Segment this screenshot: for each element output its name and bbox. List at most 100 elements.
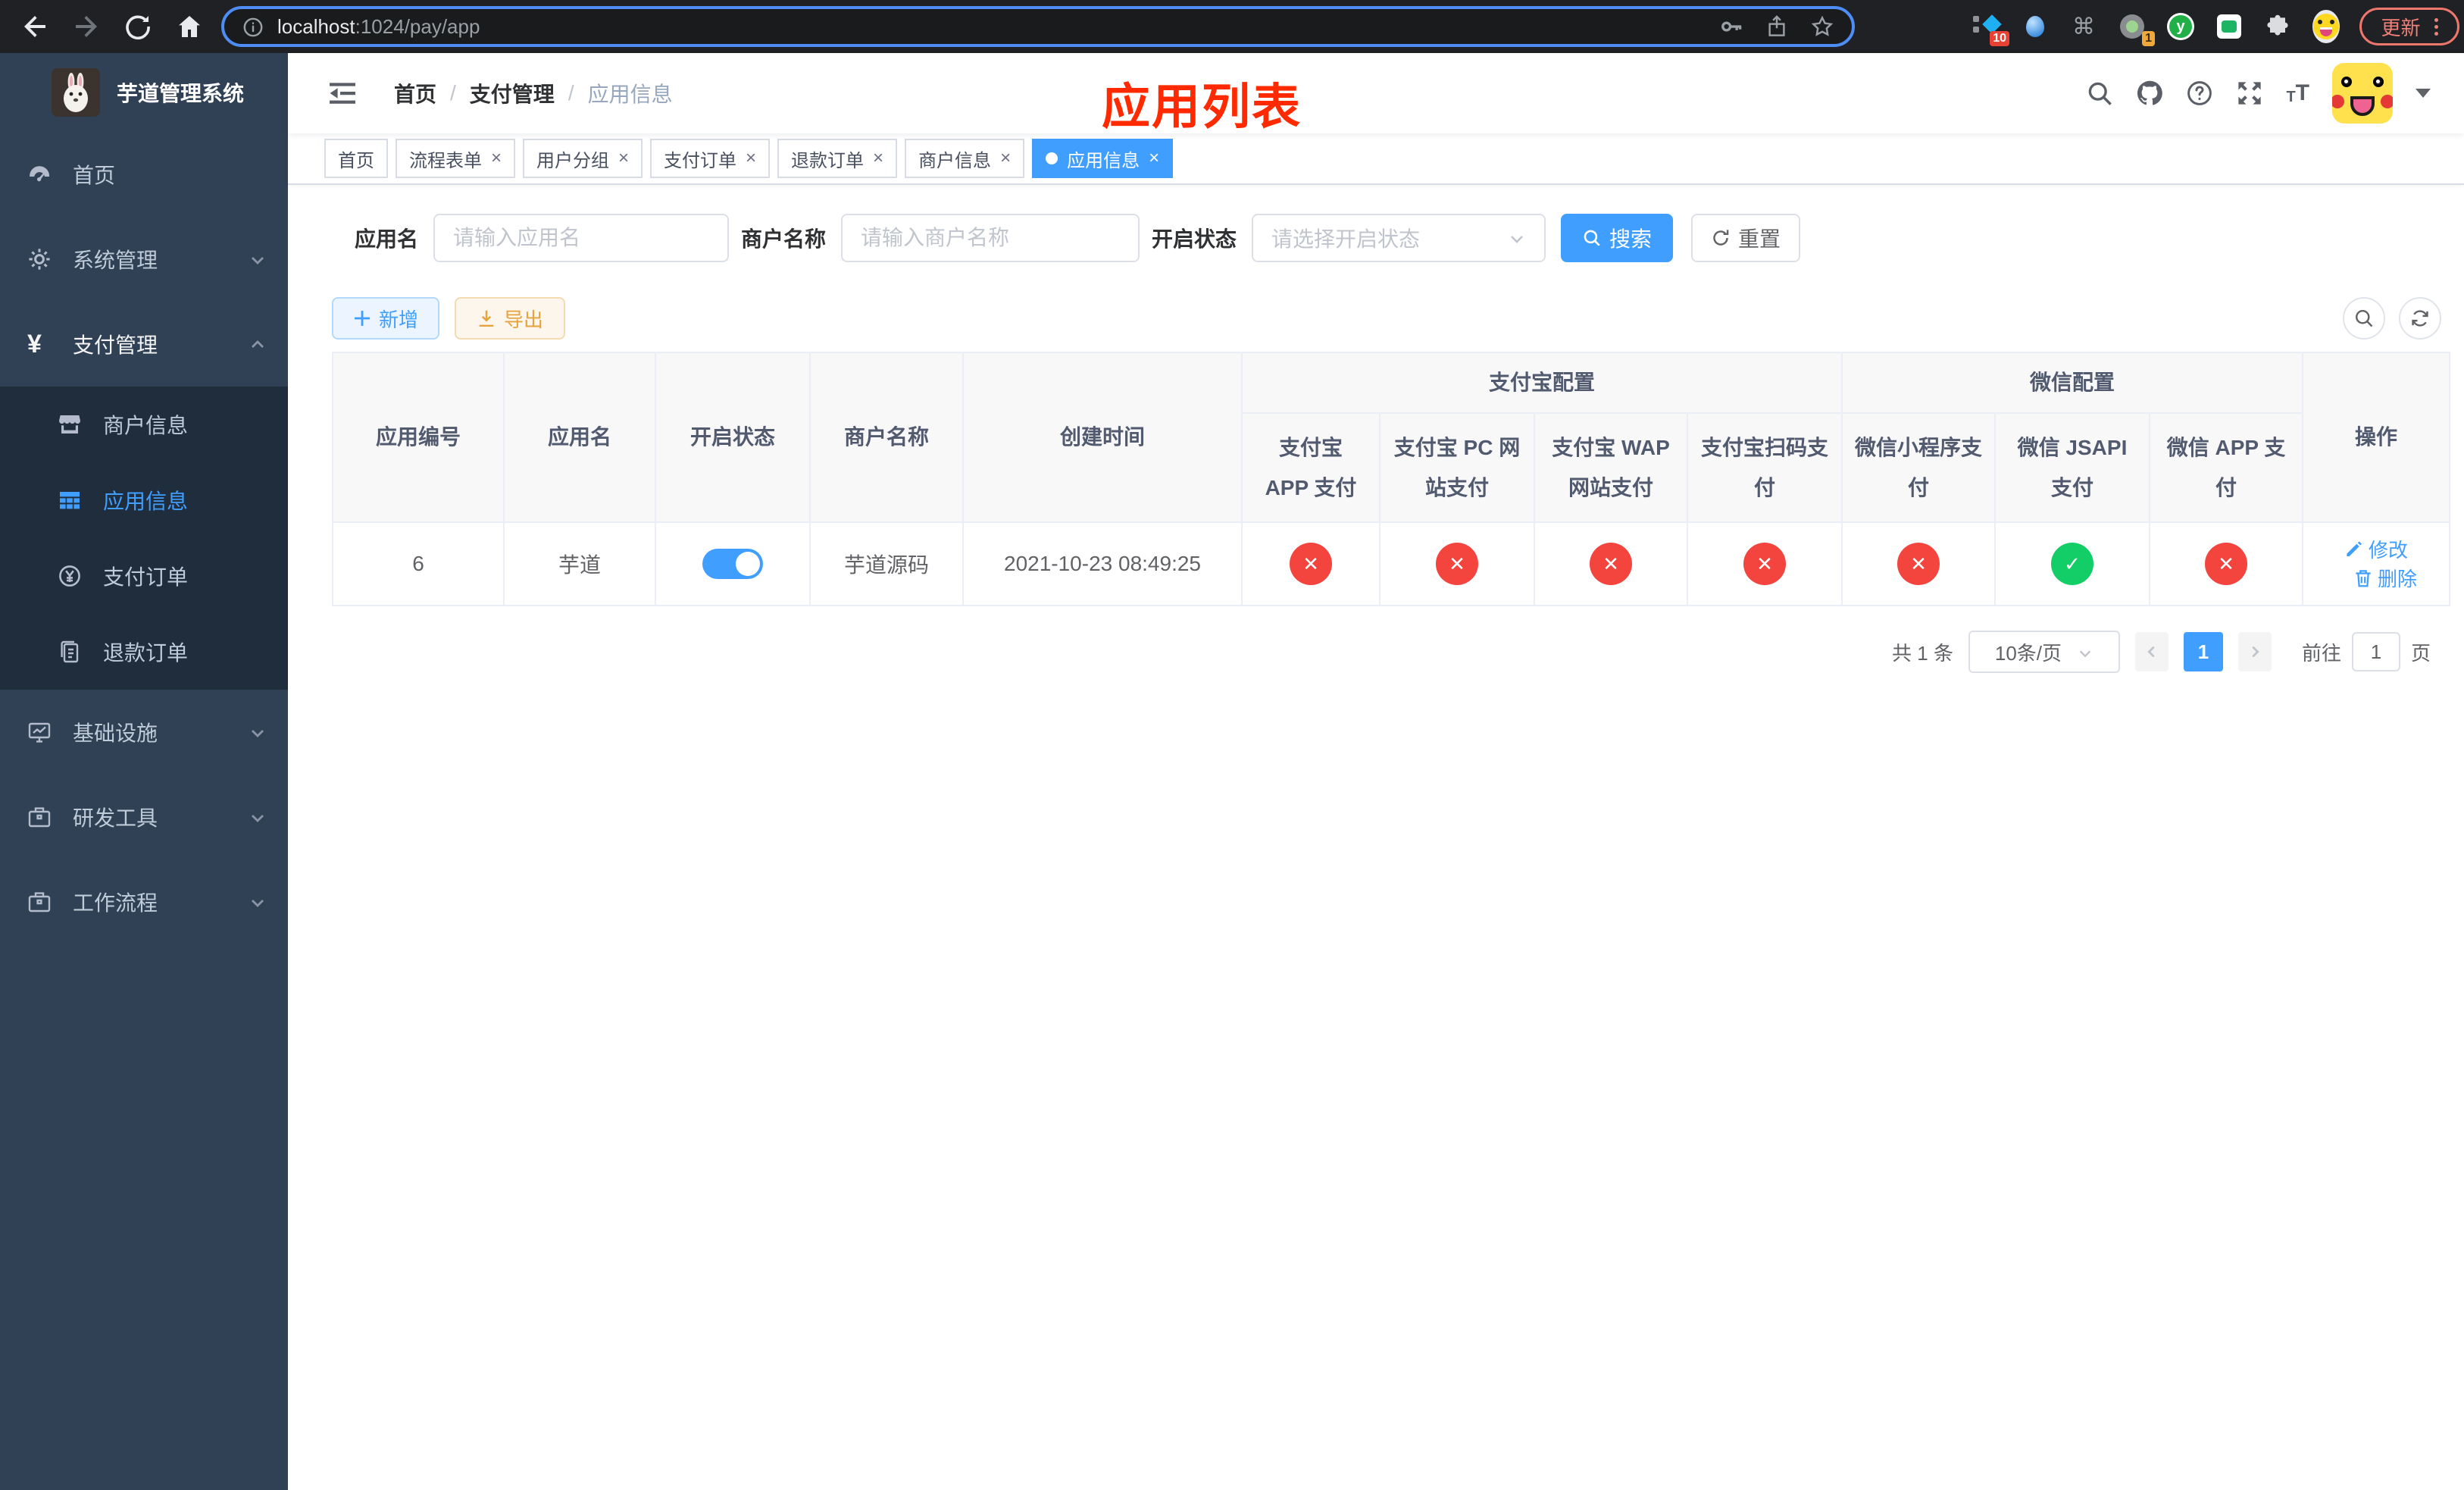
help-icon[interactable] [2186, 80, 2213, 107]
avatar-caret-icon[interactable] [2416, 89, 2431, 98]
browser-profile-avatar[interactable] [2312, 10, 2340, 43]
breadcrumb-payment[interactable]: 支付管理 [470, 78, 555, 108]
merchant-name-input[interactable] [841, 214, 1140, 262]
sidebar-item-app-info[interactable]: 应用信息 [0, 462, 288, 538]
status-label: 开启状态 [1152, 227, 1237, 251]
font-size-icon[interactable]: TT [2286, 82, 2309, 105]
sidebar-item-label: 研发工具 [73, 806, 158, 830]
table-row: 6 芋道 芋道源码 2021-10-23 08:49:25 ✕ ✕ ✕ ✕ ✕ … [332, 521, 2451, 606]
site-info-icon[interactable] [242, 16, 264, 37]
toggle-search-button[interactable] [2343, 297, 2385, 340]
extension-command-icon[interactable]: ⌘ [2070, 13, 2097, 40]
sidebar-item-dev-tools[interactable]: 研发工具 [0, 775, 288, 859]
chevron-down-icon [2077, 643, 2093, 660]
cell-alipay-wap: ✕ [1534, 521, 1688, 606]
sidebar-item-home[interactable]: 首页 [0, 132, 288, 217]
gear-icon [27, 247, 52, 271]
sidebar-item-payment[interactable]: ¥ 支付管理 [0, 302, 288, 387]
tab-home[interactable]: 首页 [324, 139, 388, 178]
bookmark-star-icon[interactable] [1811, 15, 1834, 38]
next-page-button[interactable] [2237, 632, 2272, 671]
chevron-up-icon [249, 335, 267, 353]
tab-pay-orders[interactable]: 支付订单 × [650, 139, 771, 178]
reset-button[interactable]: 重置 [1691, 214, 1801, 262]
status-cross-icon: ✕ [2205, 543, 2248, 585]
sidebar-item-infrastructure[interactable]: 基础设施 [0, 690, 288, 775]
close-icon[interactable]: × [1000, 149, 1011, 167]
back-icon[interactable] [21, 13, 48, 40]
url-bar[interactable]: localhost:1024/pay/app [221, 6, 1855, 47]
edit-button[interactable]: 修改 [2344, 535, 2408, 563]
cell-app-id: 6 [332, 521, 505, 606]
browser-menu-icon[interactable] [2434, 17, 2438, 36]
col-header-alipay-app: 支付宝 APP 支付 [1241, 412, 1381, 523]
chevron-down-icon [1508, 229, 1526, 247]
extension-balloon-icon[interactable] [2022, 13, 2049, 40]
search-button[interactable]: 搜索 [1561, 214, 1674, 262]
page-size-select[interactable]: 10条/页 [1968, 631, 2120, 673]
prev-page-button[interactable] [2134, 632, 2169, 671]
browser-nav-buttons [21, 13, 203, 40]
close-icon[interactable]: × [491, 149, 502, 167]
tab-app-info[interactable]: 应用信息 × [1032, 139, 1174, 178]
github-icon[interactable] [2136, 80, 2163, 107]
extensions-puzzle-icon[interactable] [2264, 13, 2291, 40]
add-button[interactable]: 新增 [332, 297, 439, 340]
close-icon[interactable]: × [873, 149, 883, 167]
page-number-1[interactable]: 1 [2183, 632, 2223, 671]
delete-button[interactable]: 删除 [2353, 564, 2417, 592]
sidebar-item-label: 支付订单 [103, 565, 189, 589]
screen: localhost:1024/pay/app 10 ⌘ 1 y 更新 芋道管理系… [0, 0, 2464, 1490]
search-icon[interactable] [2086, 80, 2113, 107]
home-icon[interactable] [176, 13, 203, 40]
url-text: localhost:1024/pay/app [277, 15, 480, 39]
status-toggle[interactable] [702, 549, 763, 579]
sidebar-item-workflow[interactable]: 工作流程 [0, 859, 288, 944]
goto-page-input[interactable] [2351, 632, 2400, 671]
fullscreen-icon[interactable] [2236, 80, 2263, 107]
status-cross-icon: ✕ [1590, 543, 1632, 585]
col-header-alipay-pc: 支付宝 PC 网站支付 [1379, 412, 1535, 523]
reload-icon[interactable] [124, 13, 152, 40]
refresh-button[interactable] [2399, 297, 2441, 340]
col-header-wechat-jsapi: 微信 JSAPI 支付 [1994, 412, 2151, 523]
tab-user-group[interactable]: 用户分组 × [523, 139, 643, 178]
extension-chat-icon[interactable] [2215, 13, 2243, 40]
group-header-alipay: 支付宝配置 [1240, 352, 1843, 414]
close-icon[interactable]: × [618, 149, 629, 167]
extension-y-icon[interactable]: y [2167, 13, 2194, 40]
share-icon[interactable] [1765, 15, 1788, 38]
trash-icon [2356, 569, 2371, 587]
status-cross-icon: ✕ [1743, 543, 1786, 585]
sidebar-item-system[interactable]: 系统管理 [0, 217, 288, 302]
col-header-wechat-app: 微信 APP 支付 [2149, 412, 2304, 523]
sidebar-item-pay-orders[interactable]: 支付订单 [0, 538, 288, 614]
cell-wechat-lite: ✕ [1841, 521, 1997, 606]
browser-update-button[interactable]: 更新 [2359, 8, 2459, 45]
tab-process-form[interactable]: 流程表单 × [396, 139, 516, 178]
breadcrumb-home[interactable]: 首页 [394, 78, 436, 108]
sidebar-collapse-icon[interactable] [327, 78, 358, 108]
tab-merchant-info[interactable]: 商户信息 × [905, 139, 1025, 178]
sidebar-item-merchant-info[interactable]: 商户信息 [0, 387, 288, 462]
app-table: 应用编号 应用名 开启状态 商户名称 创建时间 支付宝配置 微信配置 操作 支付… [332, 352, 2451, 606]
forward-icon[interactable] [73, 13, 100, 40]
sidebar-item-refund-orders[interactable]: 退款订单 [0, 614, 288, 690]
app-name-input[interactable] [433, 214, 730, 262]
sidebar-logo[interactable]: 芋道管理系统 [0, 53, 288, 132]
status-cross-icon: ✕ [1290, 543, 1332, 585]
status-select-placeholder: 请选择开启状态 [1271, 227, 1421, 251]
monitor-chart-icon [27, 720, 52, 744]
status-select[interactable]: 请选择开启状态 [1252, 214, 1546, 262]
extension-badge: 1 [2142, 31, 2155, 46]
coin-yen-icon [58, 564, 82, 588]
extension-gray-circle-icon[interactable]: 1 [2118, 13, 2155, 46]
password-key-icon[interactable] [1720, 15, 1743, 38]
close-icon[interactable]: × [1149, 149, 1159, 167]
user-avatar[interactable] [2332, 63, 2393, 124]
extension-blue-diamond-icon[interactable]: 10 [1973, 13, 2009, 46]
cell-wechat-app: ✕ [2149, 521, 2304, 606]
tab-refund-orders[interactable]: 退款订单 × [777, 139, 898, 178]
export-button[interactable]: 导出 [455, 297, 565, 340]
close-icon[interactable]: × [746, 149, 756, 167]
